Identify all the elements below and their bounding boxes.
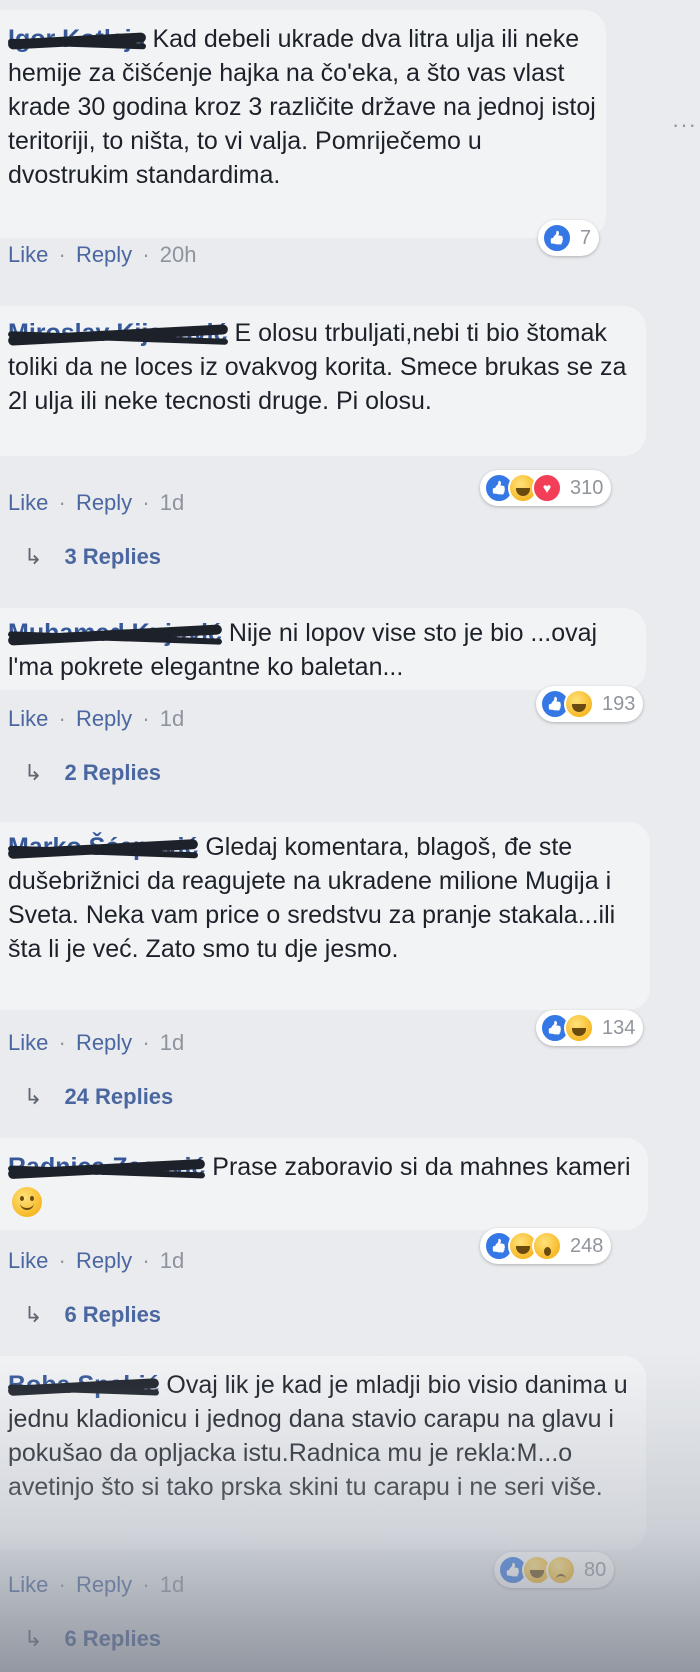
like-reaction-icon <box>542 223 572 253</box>
reaction-count: 248 <box>570 1234 604 1257</box>
comment-bubble: Igor Kotlaja Kad debeli ukrade dva litra… <box>0 10 606 238</box>
reactions-summary[interactable]: 134 <box>536 1010 644 1046</box>
like-link[interactable]: Like <box>8 490 48 515</box>
view-replies-link[interactable]: ↳ 6 Replies <box>24 1302 161 1328</box>
sad-reaction-icon <box>546 1555 576 1585</box>
replies-count[interactable]: 2 Replies <box>64 760 161 786</box>
like-link[interactable]: Like <box>8 1572 48 1597</box>
reactions-summary[interactable]: 310 <box>480 470 612 506</box>
comment-author[interactable]: Radnica Zecović <box>7 1150 206 1184</box>
reaction-count: 7 <box>580 226 592 249</box>
reply-arrow-icon: ↳ <box>24 1302 43 1327</box>
replies-count[interactable]: 24 Replies <box>64 1084 173 1110</box>
haha-reaction-icon <box>564 1013 594 1043</box>
comment-time[interactable]: 1d <box>160 1248 184 1273</box>
like-link[interactable]: Like <box>8 242 48 267</box>
reply-link[interactable]: Reply <box>76 706 132 731</box>
comment-author[interactable]: Boba Spahić <box>7 1368 160 1402</box>
comment-author[interactable]: Igor Kotlaja <box>7 22 146 56</box>
replies-count[interactable]: 6 Replies <box>64 1626 161 1652</box>
haha-reaction-icon <box>564 689 594 719</box>
comment-bubble: Radnica Zecović Prase zaboravio si da ma… <box>0 1138 648 1230</box>
wow-reaction-icon <box>532 1231 562 1261</box>
view-replies-link[interactable]: ↳ 3 Replies <box>24 544 161 570</box>
comment-text: Prase zaboravio si da mahnes kameri <box>212 1153 631 1181</box>
comment-time[interactable]: 1d <box>160 706 184 731</box>
like-link[interactable]: Like <box>8 706 48 731</box>
replies-count[interactable]: 6 Replies <box>64 1302 161 1328</box>
reactions-summary[interactable]: 80 <box>494 1552 615 1588</box>
comment-author[interactable]: Marko Šćepović <box>7 830 199 864</box>
smiley-emoji-icon <box>12 1187 42 1218</box>
comment-time[interactable]: 1d <box>160 490 184 515</box>
reactions-summary[interactable]: 7 <box>538 220 600 256</box>
comment-actions: Like · Reply · 1d <box>8 1030 185 1055</box>
reply-link[interactable]: Reply <box>76 242 132 267</box>
like-link[interactable]: Like <box>8 1030 48 1055</box>
comment-actions: Like · Reply · 1d <box>8 1248 185 1273</box>
reactions-summary[interactable]: 193 <box>536 686 644 722</box>
view-replies-link[interactable]: ↳ 24 Replies <box>24 1084 173 1110</box>
reply-link[interactable]: Reply <box>76 1572 132 1597</box>
more-options-icon[interactable]: ··· <box>672 112 697 138</box>
reply-link[interactable]: Reply <box>76 490 132 515</box>
reactions-summary[interactable]: 248 <box>480 1228 612 1264</box>
reaction-count: 193 <box>602 692 636 715</box>
love-reaction-icon <box>532 473 562 503</box>
comment-bubble: Muhamed Kujović Nije ni lopov vise sto j… <box>0 608 646 690</box>
view-replies-link[interactable]: ↳ 2 Replies <box>24 760 161 786</box>
comment-author[interactable]: Miroslav Kijanović <box>7 316 228 350</box>
comment-time[interactable]: 1d <box>160 1030 184 1055</box>
reply-arrow-icon: ↳ <box>24 1626 43 1651</box>
comment-actions: Like · Reply · 20h <box>8 242 197 267</box>
comment-time[interactable]: 20h <box>160 242 197 267</box>
reaction-count: 134 <box>602 1016 636 1039</box>
replies-count[interactable]: 3 Replies <box>64 544 161 570</box>
comment-author[interactable]: Muhamed Kujović <box>7 616 223 650</box>
reply-arrow-icon: ↳ <box>24 1084 43 1109</box>
comment-actions: Like · Reply · 1d <box>8 706 185 731</box>
reply-link[interactable]: Reply <box>76 1248 132 1273</box>
comment-actions: Like · Reply · 1d <box>8 1572 185 1597</box>
comment-bubble: Miroslav Kijanović E olosu trbuljati,neb… <box>0 306 646 456</box>
view-replies-link[interactable]: ↳ 6 Replies <box>24 1626 161 1652</box>
comment-bubble: Marko Šćepović Gledaj komentara, blagoš,… <box>0 822 650 1010</box>
reaction-count: 80 <box>584 1558 607 1581</box>
comment-bubble: Boba Spahić Ovaj lik je kad je mladji bi… <box>0 1356 646 1550</box>
reply-arrow-icon: ↳ <box>24 760 43 785</box>
like-link[interactable]: Like <box>8 1248 48 1273</box>
reaction-count: 310 <box>570 476 604 499</box>
comment-actions: Like · Reply · 1d <box>8 490 185 515</box>
reply-arrow-icon: ↳ <box>24 544 43 569</box>
reply-link[interactable]: Reply <box>76 1030 132 1055</box>
comment-time[interactable]: 1d <box>160 1572 184 1597</box>
